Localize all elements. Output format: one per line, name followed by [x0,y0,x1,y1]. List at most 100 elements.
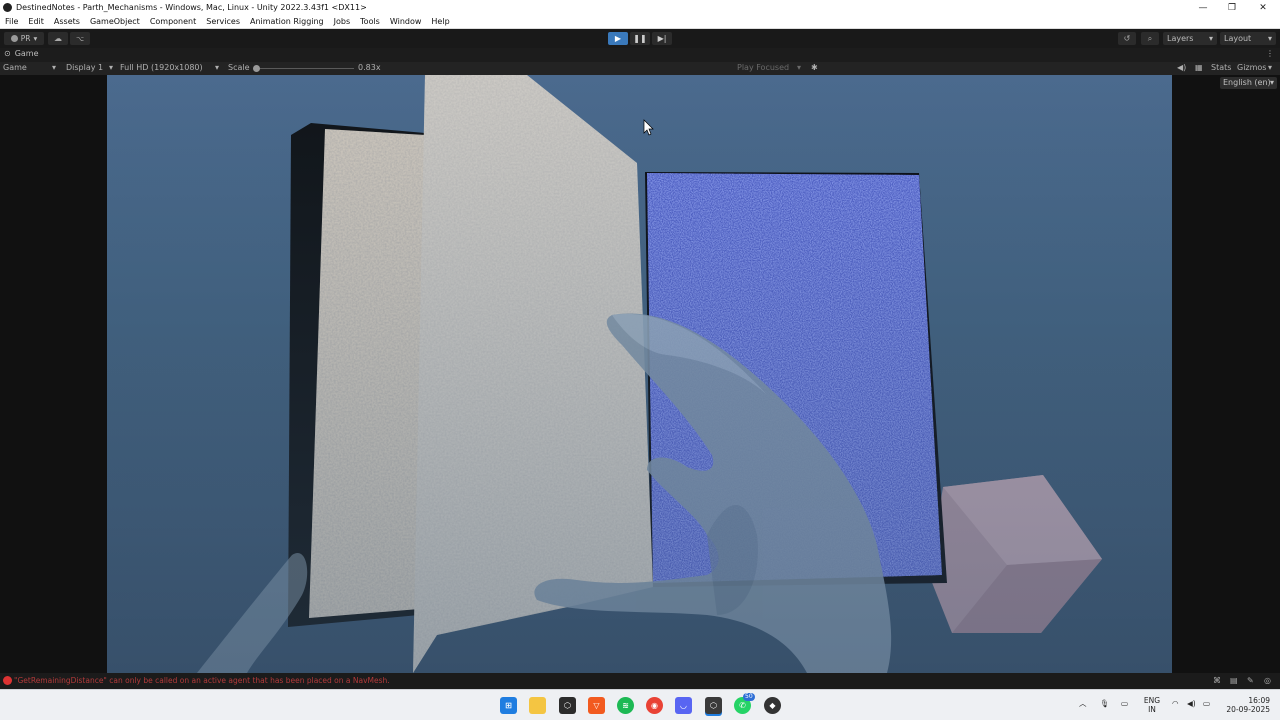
windows-start-icon[interactable]: ⊞ [500,697,517,714]
menu-component[interactable]: Component [145,17,201,26]
scale-label: Scale [228,63,250,72]
language-dropdown[interactable]: English (en) ▾ [1220,77,1277,89]
more-options-icon[interactable]: ⋮ [1266,49,1274,58]
search-icon: ⌕ [1147,33,1153,43]
play-icon: ▶ [614,34,622,43]
history-icon: ↺ [1123,34,1131,43]
view-select[interactable]: Game [3,63,27,72]
language-label: English (en) [1223,78,1271,87]
layout-dropdown[interactable]: Layout ▾ [1220,32,1276,45]
chevron-down-icon: ▾ [215,63,220,72]
language-primary: ENG [1143,696,1161,705]
chevron-down-icon: ▾ [797,63,802,72]
language-secondary: IN [1148,705,1156,714]
os-taskbar: ⊞ ⬡ ▽ ≋ ◉ ◡ ⬡ ✆ 50 ◆ ︿ 🎙 ▭ ENG IN ◠ ◀) ▭… [0,689,1280,720]
resolution-select[interactable]: Full HD (1920x1080) [120,63,203,72]
scene-fog [107,75,1172,673]
chevron-down-icon: ▾ [33,34,38,43]
debug-icon[interactable]: ✎ [1247,676,1254,685]
unity-editor-icon[interactable]: ⬡ [705,697,722,714]
step-button[interactable]: ▶| [652,32,672,45]
unity-hub-icon[interactable]: ⬡ [559,697,576,714]
error-icon [3,676,12,685]
file-explorer-icon[interactable] [529,697,546,714]
brave-browser-icon[interactable]: ▽ [588,697,605,714]
cloud-icon: ☁ [54,34,62,43]
console-status-bar[interactable]: "GetRemainingDistance" can only be calle… [0,673,1280,689]
pause-button[interactable]: ❚❚ [630,32,650,45]
clock[interactable]: 16:09 20-09-2025 [1222,696,1270,714]
menu-gameobject[interactable]: GameObject [85,17,145,26]
network-icon[interactable]: ⌘ [1213,676,1221,685]
menu-bar: File Edit Assets GameObject Component Se… [0,15,1280,29]
cloud-button[interactable]: ☁ [48,32,68,45]
layout-label: Layout [1224,34,1252,43]
account-icon [10,35,18,42]
layers-label: Layers [1167,34,1194,43]
github-desktop-icon[interactable]: ◆ [764,697,781,714]
menu-animation-rigging[interactable]: Animation Rigging [245,17,329,26]
search-button[interactable]: ⌕ [1141,32,1159,45]
play-button[interactable]: ▶ [608,32,628,45]
close-button[interactable]: ✕ [1248,0,1278,15]
unity-logo-icon [3,3,12,12]
layers-dropdown[interactable]: Layers ▾ [1163,32,1217,45]
letterbox-right [1172,75,1280,673]
menu-services[interactable]: Services [201,17,245,26]
shortcuts-icon[interactable]: ▦ [1195,63,1203,72]
window-title: DestinedNotes - Parth_Mechanisms - Windo… [16,3,367,12]
wifi-icon[interactable]: ◠ [1172,699,1179,708]
undo-history-button[interactable]: ↺ [1118,32,1136,45]
menu-help[interactable]: Help [426,17,454,26]
discord-icon[interactable]: ◡ [675,697,692,714]
language-indicator[interactable]: ENG IN [1140,696,1164,714]
stats-button[interactable]: Stats [1211,63,1231,72]
account-dropdown[interactable]: PR ▾ [4,32,44,45]
pause-icon: ❚❚ [633,34,647,43]
window-title-bar: DestinedNotes - Parth_Mechanisms - Windo… [0,0,1280,15]
restore-button[interactable]: ❐ [1217,0,1247,15]
game-tab-bar: ⊙ Game ⋮ [0,48,1280,62]
bug-icon[interactable]: ✱ [811,63,818,72]
settings-icon[interactable]: ◎ [1264,676,1271,685]
scale-slider-handle[interactable] [253,65,260,72]
spotify-icon[interactable]: ≋ [617,697,634,714]
game-view-toolbar: Game ▾ Display 1 ▾ Full HD (1920x1080) ▾… [0,62,1280,75]
version-control-icon: ⌥ [75,34,85,43]
show-hidden-icons-chevron-up-icon[interactable]: ︿ [1079,699,1087,708]
whatsapp-badge: 50 [743,693,755,701]
chevron-down-icon: ▾ [1269,78,1274,87]
step-icon: ▶| [657,34,667,43]
chevron-down-icon: ▾ [52,63,57,72]
menu-file[interactable]: File [0,17,23,26]
microphone-icon[interactable]: 🎙 [1100,699,1110,708]
package-icon[interactable]: ▤ [1230,676,1238,685]
chevron-down-icon: ▾ [1268,63,1273,72]
game-viewport[interactable] [107,75,1172,673]
menu-jobs[interactable]: Jobs [329,17,356,26]
menu-tools[interactable]: Tools [355,17,385,26]
menu-edit[interactable]: Edit [23,17,49,26]
game-scene [107,75,1172,673]
menu-window[interactable]: Window [385,17,427,26]
minimize-button[interactable]: — [1188,0,1218,15]
tab-game[interactable]: ⊙ Game [4,49,39,58]
mute-audio-icon[interactable]: ◀) [1177,63,1186,72]
play-mode-select[interactable]: Play Focused [737,63,789,72]
chevron-down-icon: ▾ [1267,34,1272,43]
gizmos-button[interactable]: Gizmos [1237,63,1266,72]
menu-assets[interactable]: Assets [49,17,85,26]
scale-value: 0.83x [358,63,381,72]
display-icon[interactable]: ▭ [1121,699,1128,708]
console-error-message[interactable]: "GetRemainingDistance" can only be calle… [14,676,390,685]
main-toolbar: PR ▾ ☁ ⌥ ▶ ❚❚ ▶| ↺ ⌕ Layers ▾ Layout ▾ [0,29,1280,48]
scale-slider-track[interactable] [258,68,354,69]
version-control-button[interactable]: ⌥ [70,32,90,45]
display-select[interactable]: Display 1 [66,63,103,72]
clock-time: 16:09 [1248,696,1270,705]
volume-icon[interactable]: ◀) [1187,699,1196,708]
chrome-icon[interactable]: ◉ [646,697,663,714]
chevron-down-icon: ▾ [1208,34,1213,43]
account-label: PR [20,34,31,43]
battery-icon[interactable]: ▭ [1203,699,1210,708]
